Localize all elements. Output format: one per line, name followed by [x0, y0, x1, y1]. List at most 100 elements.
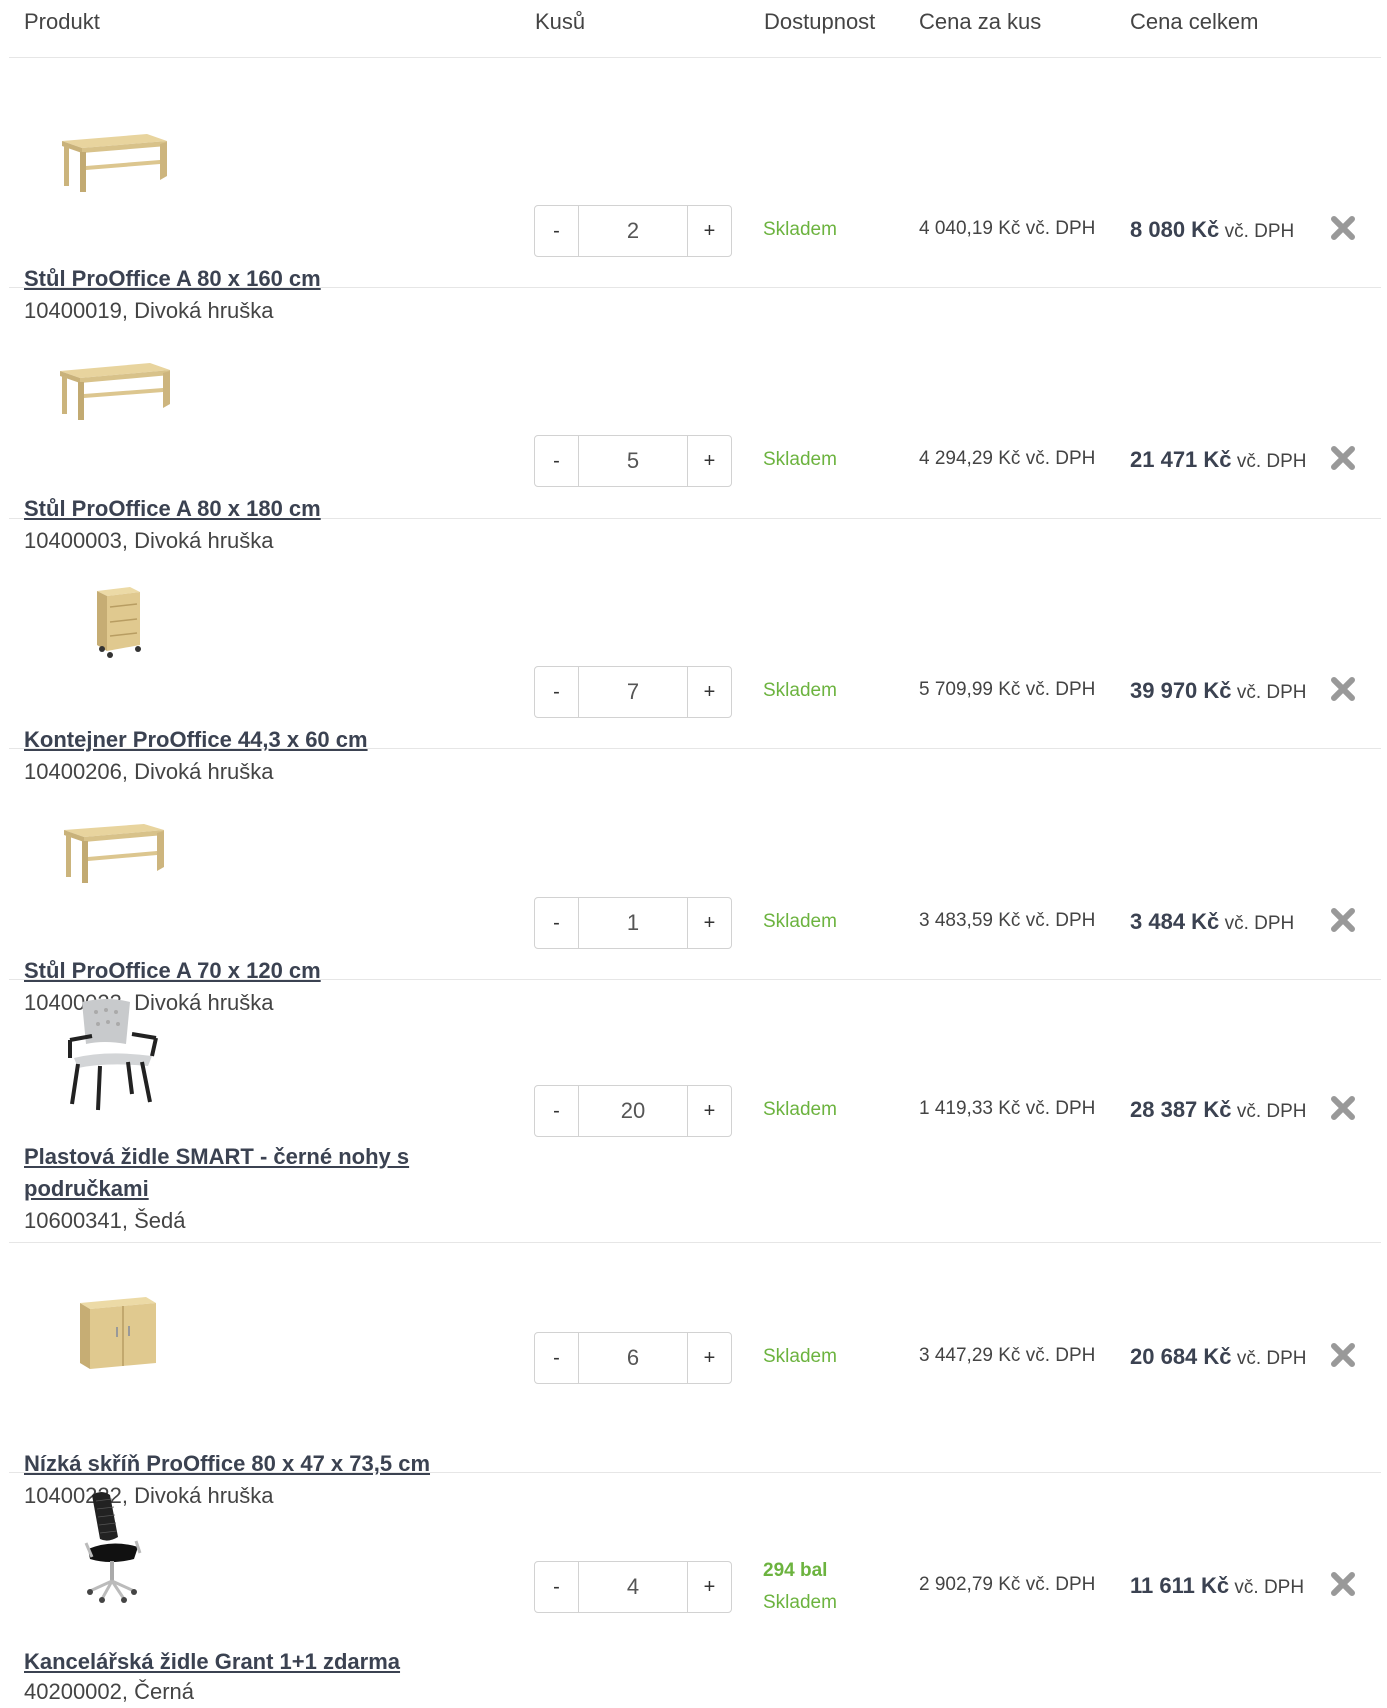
cart-row: Kontejner ProOffice 44,3 x 60 cm 1040020… — [9, 519, 1381, 784]
product-meta: 40200002, Černá — [24, 1679, 195, 1704]
total-price: 28 387 Kč vč. DPH — [1130, 1097, 1307, 1123]
quantity-stepper: - + — [534, 205, 732, 257]
quantity-input[interactable] — [579, 1333, 687, 1383]
quantity-input[interactable] — [579, 898, 687, 948]
unit-price: 3 483,59 Kč vč. DPH — [919, 910, 1096, 931]
table-header: Produkt Kusů Dostupnost Cena za kus Cena… — [9, 0, 1381, 58]
header-qty: Kusů — [535, 9, 586, 34]
unit-price: 4 294,29 Kč vč. DPH — [919, 448, 1096, 469]
stock-status: Skladem — [763, 680, 837, 701]
quantity-input[interactable] — [579, 206, 687, 256]
quantity-minus-button[interactable]: - — [535, 1333, 579, 1383]
availability: 294 bal Skladem — [763, 1555, 837, 1619]
product-image-container[interactable] — [52, 567, 172, 667]
availability: Skladem — [763, 906, 837, 938]
total-amount: 3 484 Kč — [1130, 909, 1220, 934]
close-icon — [1331, 446, 1355, 470]
stock-status: Skladem — [763, 449, 837, 470]
quantity-stepper: - + — [534, 666, 732, 718]
quantity-plus-button[interactable]: + — [687, 206, 731, 256]
unit-price: 3 447,29 Kč vč. DPH — [919, 1345, 1096, 1366]
total-amount: 20 684 Kč — [1130, 1344, 1232, 1369]
quantity-minus-button[interactable]: - — [535, 206, 579, 256]
quantity-plus-button[interactable]: + — [687, 667, 731, 717]
quantity-plus-button[interactable]: + — [687, 1333, 731, 1383]
product-image-desk[interactable] — [52, 336, 172, 436]
total-price: 11 611 Kč vč. DPH — [1130, 1573, 1304, 1599]
cart-row: Stůl ProOffice A 80 x 160 cm 10400019, D… — [9, 58, 1381, 323]
stock-status: Skladem — [763, 219, 837, 240]
unit-price: 5 709,99 Kč vč. DPH — [919, 679, 1096, 700]
quantity-plus-button[interactable]: + — [687, 1562, 731, 1612]
quantity-input[interactable] — [579, 1086, 687, 1136]
stock-status: Skladem — [763, 1346, 837, 1367]
cart-row: Stůl ProOffice A 80 x 180 cm 10400003, D… — [9, 288, 1381, 553]
header-availability: Dostupnost — [764, 9, 876, 34]
remove-item-button[interactable] — [1329, 675, 1357, 703]
availability: Skladem — [763, 214, 837, 246]
close-icon — [1331, 1096, 1355, 1120]
header-unit-price: Cena za kus — [919, 9, 1042, 34]
total-amount: 21 471 Kč — [1130, 447, 1232, 472]
product-image-cabinet[interactable] — [52, 1283, 172, 1383]
total-vat-suffix: vč. DPH — [1224, 221, 1295, 242]
availability: Skladem — [763, 675, 837, 707]
close-icon — [1331, 1343, 1355, 1367]
cart-row: Nízká skříň ProOffice 80 x 47 x 73,5 cm … — [9, 1243, 1381, 1508]
quantity-stepper: - + — [534, 897, 732, 949]
quantity-stepper: - + — [534, 1332, 732, 1384]
product-image-office-chair[interactable] — [52, 1487, 172, 1607]
product-image-desk[interactable] — [52, 797, 172, 897]
total-amount: 8 080 Kč — [1130, 217, 1220, 242]
total-vat-suffix: vč. DPH — [1236, 1101, 1307, 1122]
quantity-minus-button[interactable]: - — [535, 898, 579, 948]
remove-item-button[interactable] — [1329, 444, 1357, 472]
product-image-desk[interactable] — [52, 106, 172, 206]
total-amount: 39 970 Kč — [1130, 678, 1232, 703]
stock-status: Skladem — [763, 1592, 837, 1613]
product-name-link[interactable]: Plastová židle SMART - černé nohy s podr… — [24, 1141, 464, 1205]
quantity-plus-button[interactable]: + — [687, 898, 731, 948]
availability: Skladem — [763, 1094, 837, 1126]
remove-item-button[interactable] — [1329, 1570, 1357, 1598]
total-price: 21 471 Kč vč. DPH — [1130, 447, 1307, 473]
stock-quantity: 294 bal — [763, 1560, 828, 1581]
close-icon — [1331, 1572, 1355, 1596]
availability: Skladem — [763, 1341, 837, 1373]
cart-row: Kancelářská židle Grant 1+1 zdarma 40200… — [9, 1473, 1381, 1704]
remove-item-button[interactable] — [1329, 906, 1357, 934]
total-price: 39 970 Kč vč. DPH — [1130, 678, 1307, 704]
stock-status: Skladem — [763, 911, 837, 932]
total-price: 20 684 Kč vč. DPH — [1130, 1344, 1307, 1370]
total-vat-suffix: vč. DPH — [1236, 451, 1307, 472]
remove-item-button[interactable] — [1329, 1341, 1357, 1369]
total-amount: 28 387 Kč — [1130, 1097, 1232, 1122]
quantity-minus-button[interactable]: - — [535, 436, 579, 486]
remove-item-button[interactable] — [1329, 1094, 1357, 1122]
quantity-stepper: - + — [534, 435, 732, 487]
stock-status: Skladem — [763, 1099, 837, 1120]
quantity-plus-button[interactable]: + — [687, 1086, 731, 1136]
product-name-link[interactable]: Kancelářská židle Grant 1+1 zdarma — [24, 1646, 400, 1678]
close-icon — [1331, 677, 1355, 701]
quantity-input[interactable] — [579, 667, 687, 717]
cart-row: Stůl ProOffice A 70 x 120 cm 10400023, D… — [9, 749, 1381, 1015]
product-image-chair[interactable] — [52, 992, 172, 1112]
availability: Skladem — [763, 444, 837, 476]
unit-price: 2 902,79 Kč vč. DPH — [919, 1574, 1096, 1595]
close-icon — [1331, 216, 1355, 240]
quantity-minus-button[interactable]: - — [535, 1562, 579, 1612]
quantity-input[interactable] — [579, 1562, 687, 1612]
total-price: 8 080 Kč vč. DPH — [1130, 217, 1294, 243]
unit-price: 1 419,33 Kč vč. DPH — [919, 1098, 1096, 1119]
quantity-minus-button[interactable]: - — [535, 1086, 579, 1136]
quantity-minus-button[interactable]: - — [535, 667, 579, 717]
total-vat-suffix: vč. DPH — [1236, 682, 1307, 703]
header-total-price: Cena celkem — [1130, 9, 1259, 34]
quantity-plus-button[interactable]: + — [687, 436, 731, 486]
header-product: Produkt — [24, 9, 100, 34]
quantity-stepper: - + — [534, 1085, 732, 1137]
remove-item-button[interactable] — [1329, 214, 1357, 242]
total-amount: 11 611 Kč — [1130, 1573, 1230, 1598]
quantity-input[interactable] — [579, 436, 687, 486]
